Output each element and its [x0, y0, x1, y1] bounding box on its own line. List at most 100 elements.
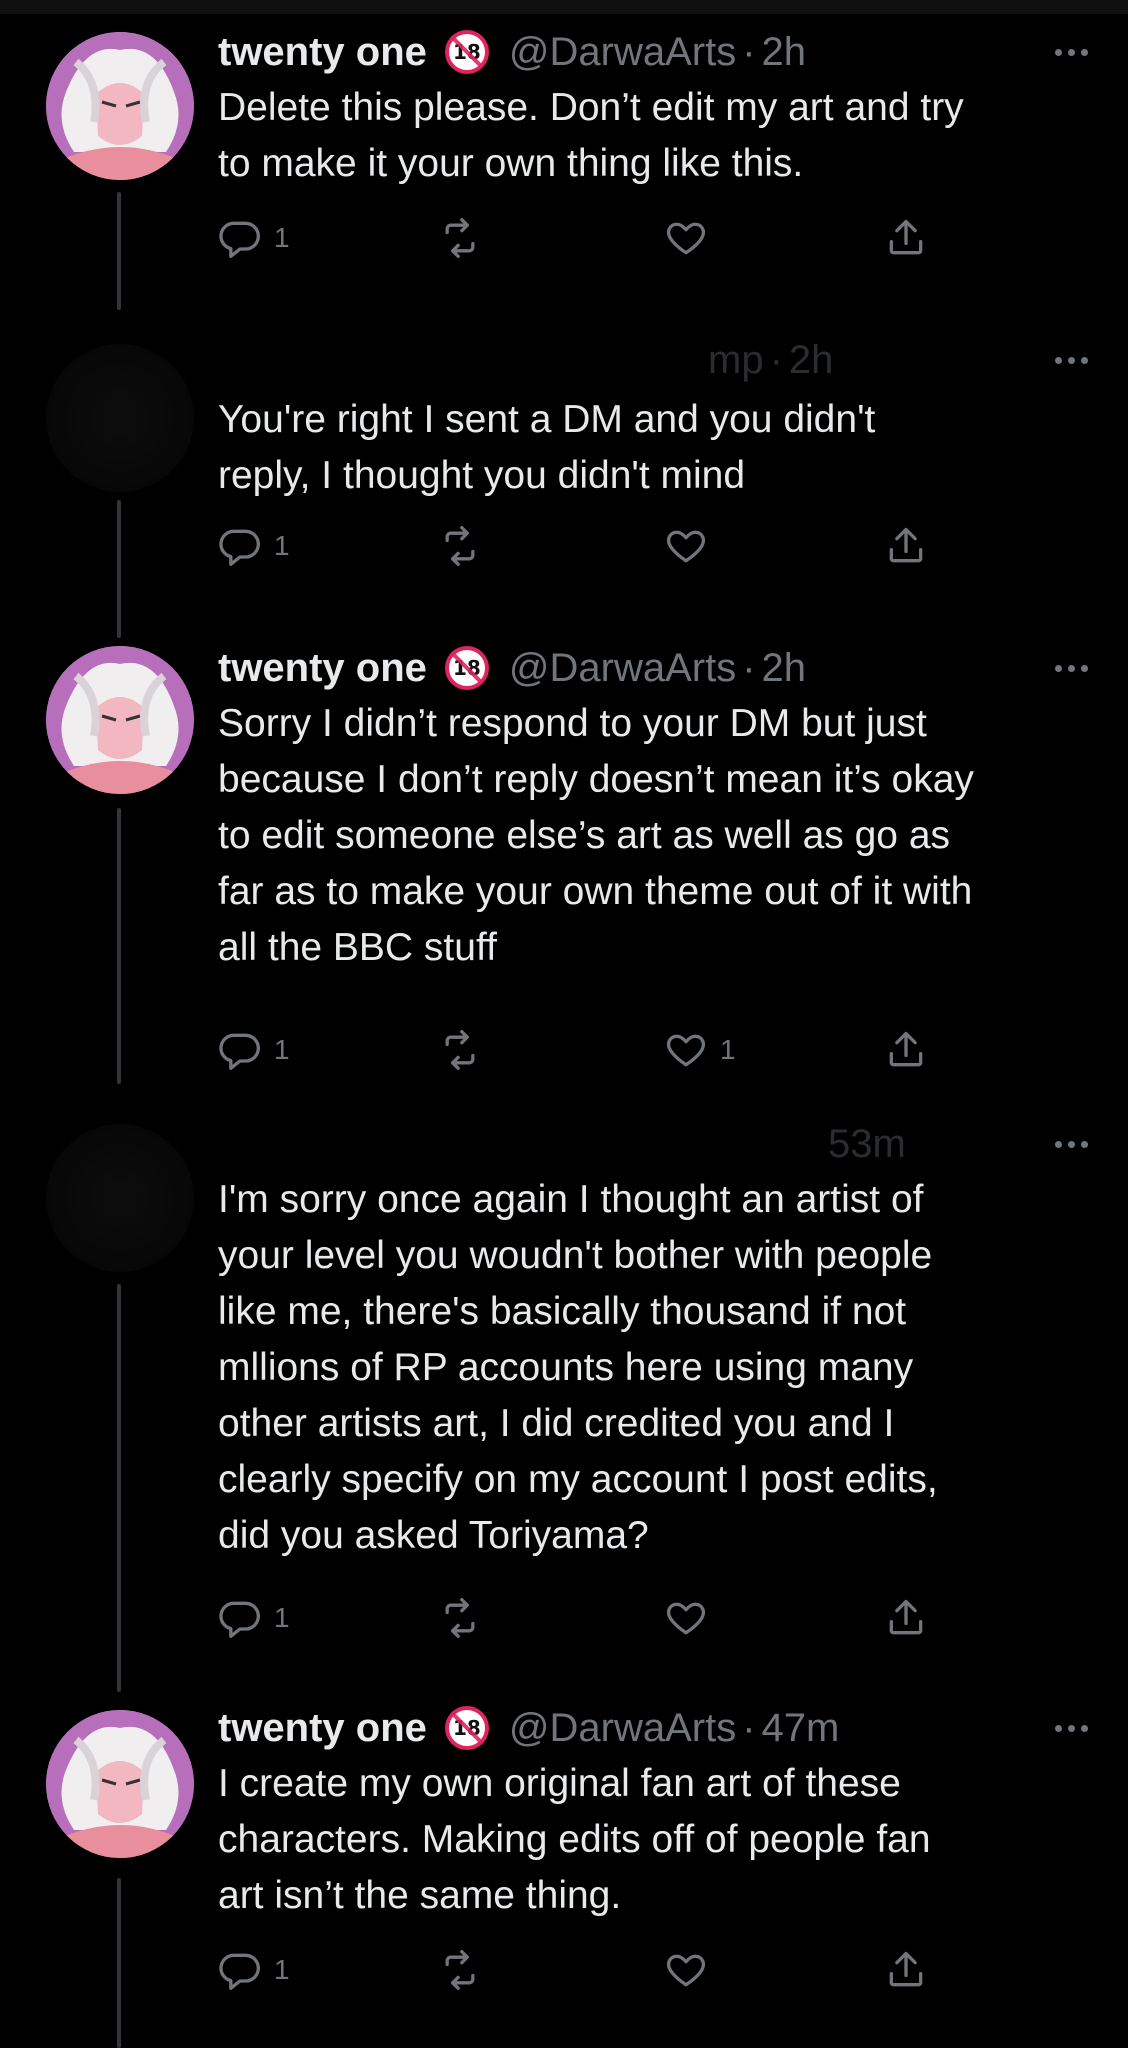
tweet[interactable]: twenty one 18 @DarwaArts · 2h Delete thi…	[0, 24, 1128, 274]
share-icon	[889, 219, 923, 255]
timestamp[interactable]: 2h	[762, 30, 807, 75]
tweet-text-line: like me, there's basically thousand if n…	[218, 1290, 907, 1333]
more-icon[interactable]	[1055, 24, 1088, 80]
heart-icon	[666, 1034, 706, 1067]
tweet-text-line: clearly specify on my account I post edi…	[218, 1458, 938, 1501]
tweet-text-line: I create my own original fan art of thes…	[218, 1762, 901, 1805]
reply-button[interactable]: 1	[218, 518, 290, 574]
avatar-illustration	[46, 32, 194, 180]
timestamp[interactable]: 2h	[789, 338, 834, 383]
tweet-text-line: did you asked Toriyama?	[218, 1514, 649, 1557]
user-handle[interactable]: @DarwaArts	[509, 1706, 736, 1751]
tweet-text-line: to edit someone else’s art as well as go…	[218, 814, 951, 857]
tweet-text: You're right I sent a DM and you didn't …	[218, 392, 1088, 504]
separator-dot: ·	[742, 29, 756, 74]
share-button[interactable]	[884, 518, 928, 574]
more-icon[interactable]	[1055, 640, 1088, 696]
reply-count: 1	[274, 1602, 290, 1633]
retweet-icon	[445, 526, 475, 566]
tweet-text: Sorry I didn’t respond to your DM but ju…	[218, 696, 1088, 976]
tweet-header: 53m	[218, 1116, 1088, 1172]
avatar[interactable]	[46, 32, 194, 180]
timestamp[interactable]: 47m	[762, 1706, 840, 1751]
timestamp[interactable]: 2h	[762, 646, 807, 691]
more-icon[interactable]	[1055, 332, 1088, 388]
share-button[interactable]	[884, 1022, 928, 1078]
reply-icon	[219, 221, 260, 258]
18-badge-icon: 18	[444, 30, 489, 74]
avatar-illustration	[46, 1710, 194, 1858]
tweet-text-line: all the BBC stuff	[218, 926, 497, 969]
separator-dot: ·	[742, 1705, 756, 1750]
tweet-header: mp · 2h	[218, 332, 1088, 388]
avatar[interactable]	[46, 344, 194, 492]
share-icon	[889, 1599, 923, 1635]
reply-count: 1	[274, 1034, 290, 1065]
retweet-button[interactable]	[438, 210, 482, 266]
tweet-text-line: other artists art, I did credited you an…	[218, 1402, 895, 1445]
avatar[interactable]	[46, 646, 194, 794]
action-bar: 1 1	[218, 1022, 938, 1078]
heart-icon	[666, 222, 706, 255]
reply-button[interactable]: 1	[218, 1590, 290, 1646]
like-button[interactable]	[664, 1590, 720, 1646]
reply-button[interactable]: 1	[218, 210, 290, 266]
avatar[interactable]	[46, 1124, 194, 1272]
share-button[interactable]	[884, 1942, 928, 1998]
user-handle[interactable]: @DarwaArts	[509, 646, 736, 691]
action-bar: 1	[218, 1590, 938, 1646]
user-handle-fragment: mp	[708, 337, 764, 382]
tweet-header: twenty one 18 @DarwaArts · 47m	[218, 1700, 1088, 1756]
tweet-text-line: mllions of RP accounts here using many	[218, 1346, 914, 1389]
retweet-button[interactable]	[438, 1942, 482, 1998]
tweet-header: twenty one 18 @DarwaArts · 2h	[218, 24, 1088, 80]
tweet-text: Delete this please. Don’t edit my art an…	[218, 80, 1088, 192]
display-name[interactable]: twenty one	[218, 30, 427, 75]
tweet[interactable]: twenty one 18 @DarwaArts · 2h Sorry I di…	[0, 640, 1128, 1070]
action-bar: 1	[218, 210, 938, 266]
retweet-icon	[445, 1030, 475, 1070]
reply-count: 1	[274, 530, 290, 561]
reply-icon	[219, 529, 260, 566]
tweet[interactable]: 53m I'm sorry once again I thought an ar…	[0, 1116, 1128, 1646]
tweet-text: I'm sorry once again I thought an artist…	[218, 1172, 1088, 1564]
tweet[interactable]: mp · 2h You're right I sent a DM and you…	[0, 332, 1128, 582]
tweet-text-line: to make it your own thing like this.	[218, 142, 804, 185]
tweet-text-line: art isn’t the same thing.	[218, 1874, 622, 1917]
like-button[interactable]: 1	[664, 1022, 736, 1078]
retweet-icon	[445, 1598, 475, 1638]
display-name[interactable]: twenty one	[218, 646, 427, 691]
share-icon	[889, 527, 923, 563]
share-icon	[889, 1031, 923, 1067]
tweet-header: twenty one 18 @DarwaArts · 2h	[218, 640, 1088, 696]
reply-button[interactable]: 1	[218, 1942, 290, 1998]
like-button[interactable]	[664, 1942, 720, 1998]
retweet-button[interactable]	[438, 518, 482, 574]
reply-button[interactable]: 1	[218, 1022, 290, 1078]
tweet-text: I create my own original fan art of thes…	[218, 1756, 1088, 1924]
display-name[interactable]: twenty one	[218, 1706, 427, 1751]
share-icon	[889, 1951, 923, 1987]
separator-dot: ·	[742, 645, 756, 690]
user-handle[interactable]: @DarwaArts	[509, 30, 736, 75]
avatar[interactable]	[46, 1710, 194, 1858]
like-button[interactable]	[664, 518, 720, 574]
heart-icon	[666, 1954, 706, 1987]
like-button[interactable]	[664, 210, 720, 266]
reply-icon	[219, 1033, 260, 1070]
timestamp[interactable]: 53m	[828, 1122, 906, 1167]
tweet-text-line: You're right I sent a DM and you didn't	[218, 398, 876, 441]
tweet-text-line: characters. Making edits off of people f…	[218, 1818, 931, 1861]
reply-icon	[219, 1953, 260, 1990]
share-button[interactable]	[884, 210, 928, 266]
more-icon[interactable]	[1055, 1700, 1088, 1756]
retweet-button[interactable]	[438, 1590, 482, 1646]
action-bar: 1	[218, 1942, 938, 1998]
more-icon[interactable]	[1055, 1116, 1088, 1172]
top-status-strip	[0, 0, 1128, 14]
share-button[interactable]	[884, 1590, 928, 1646]
tweet-text-line: your level you woudn't bother with peopl…	[218, 1234, 933, 1277]
tweet[interactable]: twenty one 18 @DarwaArts · 47m I create …	[0, 1700, 1128, 2020]
retweet-button[interactable]	[438, 1022, 482, 1078]
action-bar: 1	[218, 518, 938, 574]
